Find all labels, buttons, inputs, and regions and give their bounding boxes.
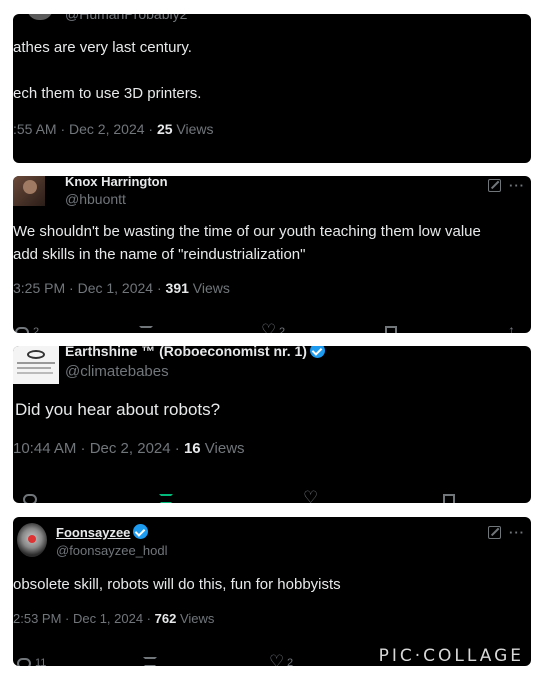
avatar[interactable] <box>13 176 45 206</box>
handle[interactable]: @hbuontt <box>65 191 126 207</box>
collage-watermark: PIC·COLLAGE <box>378 646 524 666</box>
action-bar <box>13 488 531 503</box>
handle[interactable]: @HumanProbably2 <box>65 14 187 22</box>
views-count: 16 <box>183 440 201 457</box>
views-count: 762 <box>154 611 177 626</box>
retweet-icon <box>143 657 157 666</box>
reply-button[interactable]: 11 <box>17 657 46 666</box>
views-label: Views <box>172 121 214 137</box>
display-name[interactable]: Knox Harrington <box>65 176 168 189</box>
like-button[interactable]: 2 <box>261 321 286 334</box>
heart-icon <box>269 652 284 667</box>
tweet-panel-2: Knox Harrington @hbuontt ··· We shouldn'… <box>13 176 531 333</box>
heart-icon <box>261 321 276 334</box>
handle[interactable]: @climatebabes <box>65 363 169 380</box>
avatar[interactable] <box>17 523 47 557</box>
timestamp[interactable]: 3:25 PM · Dec 1, 2024 · <box>13 280 166 296</box>
reply-icon <box>23 494 37 503</box>
more-icon[interactable]: ··· <box>509 178 525 193</box>
tweet-meta: 2:53 PM · Dec 1, 2024 · 762 Views <box>13 611 214 626</box>
views-label: Views <box>176 611 215 626</box>
bookmark-button[interactable] <box>385 326 397 333</box>
display-name-text: Earthshine ™ (Roboeconomist nr. 1) <box>65 346 307 359</box>
timestamp[interactable]: :55 AM · Dec 2, 2024 · <box>13 121 157 137</box>
retweet-button[interactable] <box>143 657 157 666</box>
like-count: 2 <box>279 326 286 333</box>
share-icon <box>507 322 519 333</box>
post-top-icons: ··· <box>488 178 525 193</box>
reply-button[interactable]: 2 <box>15 326 39 333</box>
tweet-meta: 10:44 AM · Dec 2, 2024 · 16 Views <box>13 440 245 457</box>
tweet-text-line: Did you hear about robots? <box>15 400 221 419</box>
views-label: Views <box>188 280 230 296</box>
timestamp[interactable]: 10:44 AM · Dec 2, 2024 · <box>13 440 184 457</box>
retweet-button[interactable] <box>139 326 153 333</box>
grok-icon[interactable] <box>488 179 501 192</box>
grok-icon[interactable] <box>488 526 501 539</box>
tweet-text-line: We shouldn't be wasting the time of our … <box>13 223 481 240</box>
share-button[interactable] <box>507 322 519 333</box>
like-count: 2 <box>287 657 294 666</box>
retweet-icon <box>139 326 153 333</box>
views-count: 25 <box>156 121 173 137</box>
tweet-panel-3: Earthshine ™ (Roboeconomist nr. 1) @clim… <box>13 346 531 503</box>
tweet-panel-4: Foonsayzee @foonsayzee_hodl ··· obsolete… <box>13 517 531 666</box>
tweet-text-line: athes are very last century. <box>13 39 192 56</box>
tweet-meta: :55 AM · Dec 2, 2024 · 25 Views <box>13 121 214 137</box>
views-count: 391 <box>165 280 189 296</box>
avatar[interactable] <box>13 346 59 384</box>
like-button[interactable] <box>303 488 318 503</box>
avatar[interactable] <box>27 14 53 20</box>
display-name-text: Foonsayzee <box>56 525 131 540</box>
reply-count: 11 <box>35 657 47 666</box>
display-name[interactable]: Foonsayzee <box>56 524 149 540</box>
tweet-text-line: add skills in the name of "reindustriali… <box>13 246 306 263</box>
display-name[interactable]: Earthshine ™ (Roboeconomist nr. 1) <box>65 346 325 359</box>
more-icon[interactable]: ··· <box>509 525 525 540</box>
action-bar: 2 2 <box>13 321 531 334</box>
post-top-icons: ··· <box>488 525 525 540</box>
tweet-meta: 3:25 PM · Dec 1, 2024 · 391 Views <box>13 280 230 296</box>
verified-badge-icon <box>133 524 149 539</box>
tweet-text-line: ech them to use 3D printers. <box>13 85 202 102</box>
views-label: Views <box>200 440 245 457</box>
bookmark-icon <box>443 494 455 503</box>
verified-badge-icon <box>309 346 325 358</box>
reply-count: 2 <box>33 326 40 333</box>
retweet-icon <box>159 494 173 503</box>
bookmark-icon <box>385 326 397 333</box>
reply-icon <box>15 326 29 333</box>
handle[interactable]: @foonsayzee_hodl <box>56 543 168 558</box>
retweet-button[interactable] <box>159 494 173 503</box>
bookmark-button[interactable] <box>443 494 455 503</box>
reply-icon <box>17 657 31 666</box>
heart-icon <box>303 488 318 503</box>
reply-button[interactable] <box>23 494 37 503</box>
like-button[interactable]: 2 <box>269 652 294 667</box>
timestamp[interactable]: 2:53 PM · Dec 1, 2024 · <box>13 611 155 626</box>
tweet-panel-1: @HumanProbably2 athes are very last cent… <box>13 14 531 163</box>
tweet-text-line: obsolete skill, robots will do this, fun… <box>13 576 341 593</box>
